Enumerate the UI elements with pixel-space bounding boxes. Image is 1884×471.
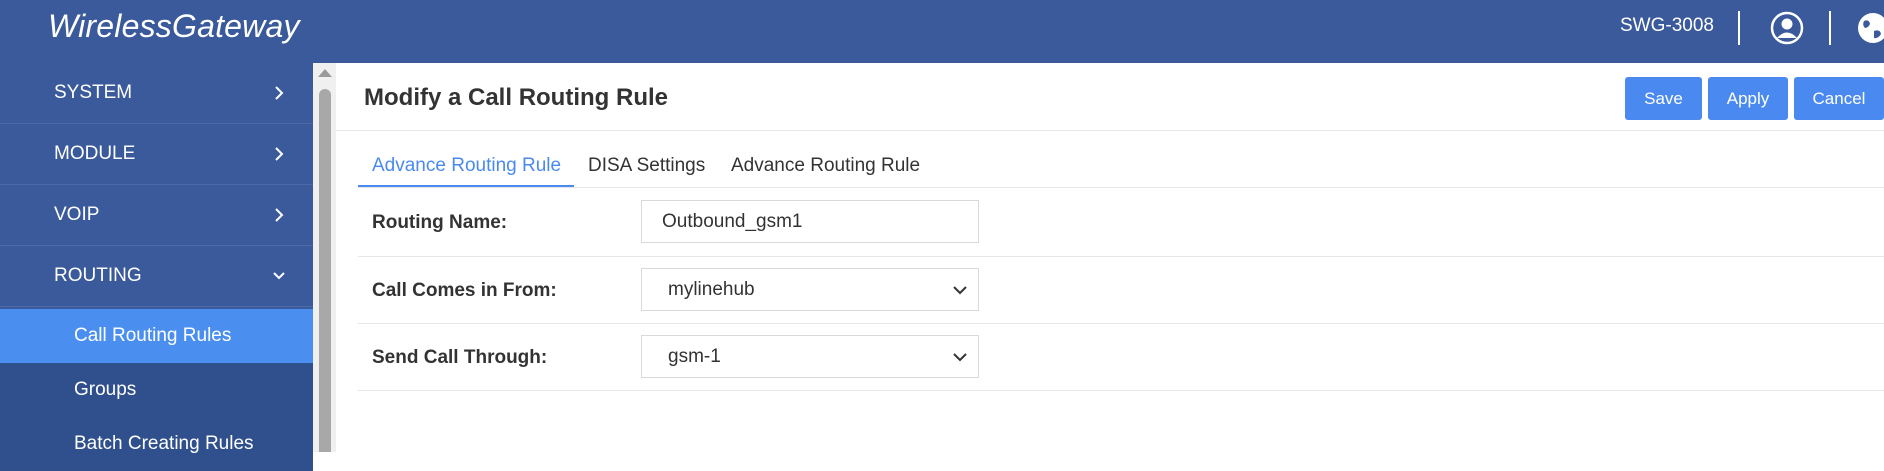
sidebar-item-label: ROUTING [54, 265, 142, 286]
divider [358, 390, 1884, 391]
chevron-down-icon [953, 286, 967, 295]
chevron-right-icon [275, 147, 284, 161]
divider [1738, 11, 1740, 45]
globe-icon[interactable] [1856, 11, 1884, 45]
user-icon[interactable] [1770, 11, 1804, 45]
device-model: SWG-3008 [1620, 15, 1714, 36]
divider [336, 130, 1884, 131]
sidebar-item-label: VOIP [54, 204, 100, 225]
sidebar-subitem-label: Groups [74, 379, 137, 400]
send-call-through-select[interactable]: gsm-1 [641, 335, 979, 378]
sidebar-item-label: SYSTEM [54, 82, 133, 103]
page-title: Modify a Call Routing Rule [364, 84, 668, 111]
divider [358, 187, 1884, 188]
call-comes-from-label: Call Comes in From: [372, 280, 557, 301]
select-value: gsm-1 [668, 346, 721, 367]
tab-advance-routing-rule[interactable]: Advance Routing Rule [372, 155, 561, 177]
call-comes-from-select[interactable]: mylinehub [641, 268, 979, 311]
divider [1829, 11, 1831, 45]
sidebar-item-label: MODULE [54, 143, 136, 164]
scroll-thumb[interactable] [319, 89, 331, 452]
chevron-down-icon [273, 272, 285, 280]
sidebar-subitem-call-routing-rules[interactable]: Call Routing Rules [0, 309, 313, 363]
divider [358, 323, 1884, 324]
sidebar: SYSTEM MODULE VOIP ROUTING Call Routing … [0, 63, 313, 471]
sidebar-item-system[interactable]: SYSTEM [0, 63, 313, 124]
brand-logo: WirelessGateway [48, 8, 300, 44]
send-call-through-label: Send Call Through: [372, 347, 548, 368]
scrollbar[interactable] [313, 63, 336, 452]
apply-button[interactable]: Apply [1708, 77, 1788, 120]
sidebar-item-voip[interactable]: VOIP [0, 185, 313, 246]
top-bar: WirelessGateway SWG-3008 [0, 0, 1884, 63]
chevron-right-icon [275, 86, 284, 100]
sidebar-item-routing[interactable]: ROUTING [0, 246, 313, 307]
save-button[interactable]: Save [1625, 77, 1702, 120]
chevron-right-icon [275, 208, 284, 222]
routing-name-input[interactable] [641, 200, 979, 243]
sidebar-subitem-groups[interactable]: Groups [0, 363, 313, 417]
routing-name-label: Routing Name: [372, 212, 508, 233]
tab-advance-routing-rule-2[interactable]: Advance Routing Rule [731, 155, 920, 177]
sidebar-subitem-batch-creating-rules[interactable]: Batch Creating Rules [0, 417, 313, 471]
sidebar-subitem-label: Call Routing Rules [74, 325, 232, 346]
scroll-up-arrow-icon[interactable] [318, 69, 332, 77]
select-value: mylinehub [668, 279, 755, 300]
sidebar-item-module[interactable]: MODULE [0, 124, 313, 185]
tab-disa-settings[interactable]: DISA Settings [588, 155, 705, 177]
chevron-down-icon [953, 353, 967, 362]
cancel-button[interactable]: Cancel [1794, 77, 1884, 120]
divider [358, 256, 1884, 257]
